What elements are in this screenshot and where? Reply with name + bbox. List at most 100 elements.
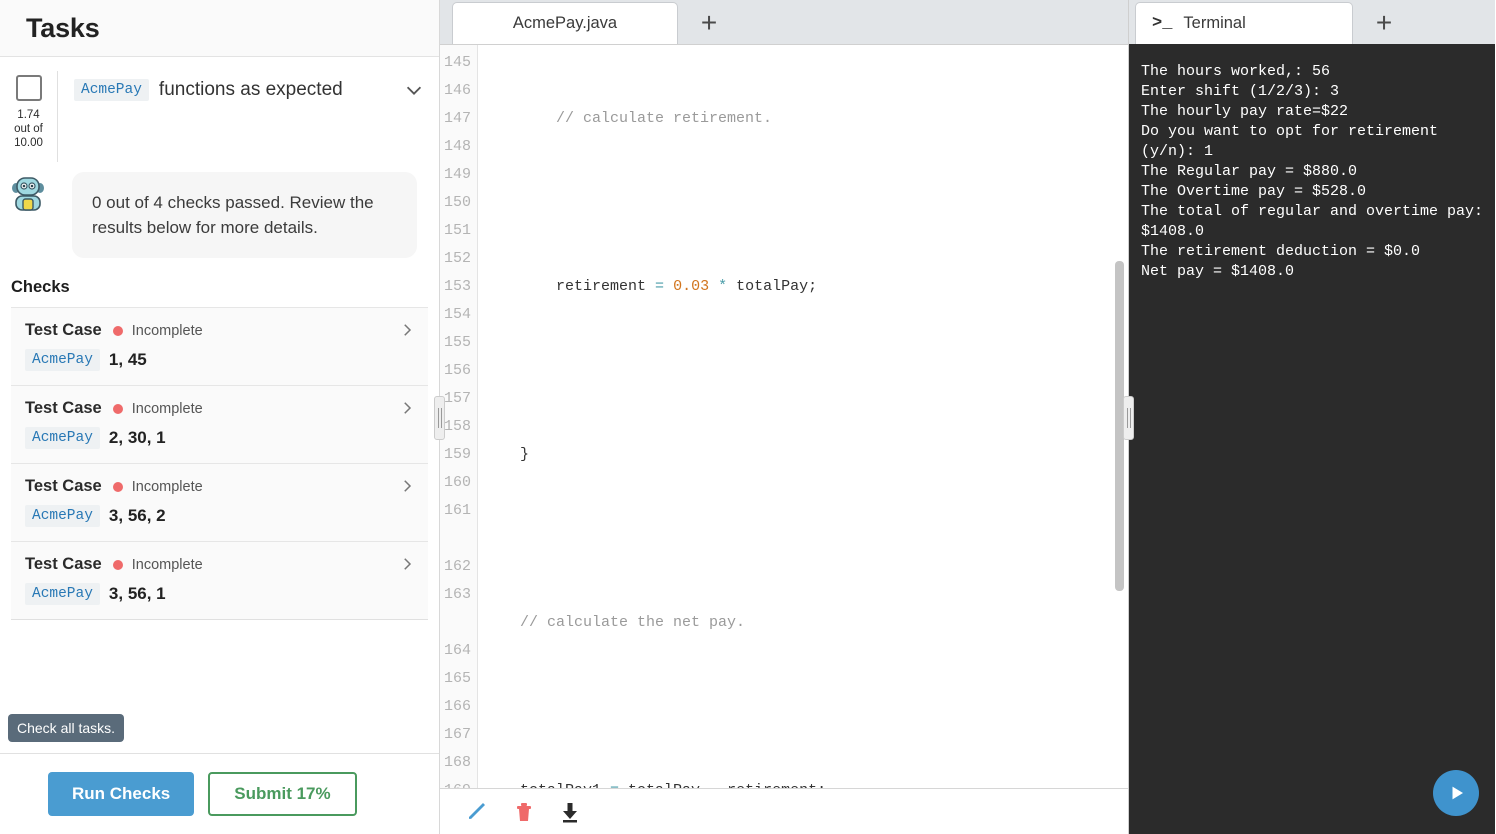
- line-number: 152: [443, 250, 471, 267]
- editor-terminal-splitter[interactable]: [1123, 396, 1134, 440]
- line-number: 167: [443, 726, 471, 743]
- check-file-chip: AcmePay: [25, 427, 100, 449]
- check-name: Test Case: [25, 477, 102, 495]
- line-number: 164: [443, 642, 471, 659]
- line-number: 159: [443, 446, 471, 463]
- chevron-down-icon[interactable]: [403, 79, 425, 101]
- line-number: 166: [443, 698, 471, 715]
- line-number: 162: [443, 558, 471, 575]
- line-number: 154: [443, 306, 471, 323]
- check-arguments: 2, 30, 1: [108, 428, 166, 447]
- code-area[interactable]: 145 146 147 148 149 150 151 152 153 154 …: [440, 44, 1128, 788]
- trash-icon[interactable]: [512, 800, 536, 824]
- tasks-sidebar: Tasks 1.74 out of 10.00 AcmePay function…: [0, 0, 440, 834]
- terminal-output[interactable]: The hours worked,: 56 Enter shift (1/2/3…: [1129, 44, 1495, 834]
- line-number: 156: [443, 362, 471, 379]
- line-number: 161: [443, 502, 471, 519]
- checks-list: Test Case Incomplete AcmePay 1, 45 Test …: [11, 307, 428, 620]
- app-root: Tasks 1.74 out of 10.00 AcmePay function…: [0, 0, 1496, 834]
- status-dot-icon: [112, 325, 123, 336]
- editor-tabbar: AcmePay.java +: [440, 0, 1128, 44]
- check-detail: AcmePay 3, 56, 2: [25, 505, 414, 527]
- assistant-message: 0 out of 4 checks passed. Review the res…: [72, 172, 417, 258]
- line-number: 148: [443, 138, 471, 155]
- task-file-chip: AcmePay: [74, 79, 149, 101]
- check-item[interactable]: Test Case Incomplete AcmePay 3, 56, 1: [11, 542, 428, 620]
- code-content[interactable]: // calculate retirement. retirement = 0.…: [478, 45, 1128, 788]
- task-score-column: 1.74 out of 10.00: [0, 71, 58, 162]
- terminal-prompt-icon: >_: [1152, 14, 1173, 33]
- submit-button[interactable]: Submit 17%: [208, 772, 357, 816]
- code-line: // calculate the net pay.: [484, 614, 746, 631]
- check-file-chip: AcmePay: [25, 349, 100, 371]
- task-title-row[interactable]: AcmePay functions as expected: [58, 71, 439, 101]
- code-editor-pane: AcmePay.java + 145 146 147 148 149 150 1…: [434, 0, 1134, 834]
- run-checks-button[interactable]: Run Checks: [48, 772, 195, 816]
- task-complete-checkbox[interactable]: [15, 75, 42, 101]
- line-number-wrap: ·: [440, 525, 471, 553]
- check-header: Test Case Incomplete: [25, 555, 414, 574]
- check-status: Incomplete: [131, 478, 203, 495]
- check-status: Incomplete: [131, 322, 203, 339]
- check-detail: AcmePay 3, 56, 1: [25, 583, 414, 605]
- line-number: 151: [443, 222, 471, 239]
- check-item[interactable]: Test Case Incomplete AcmePay 1, 45: [11, 308, 428, 386]
- chevron-right-icon[interactable]: [398, 555, 416, 573]
- chevron-right-icon[interactable]: [398, 399, 416, 417]
- line-number: 155: [443, 334, 471, 351]
- download-icon[interactable]: [558, 800, 582, 824]
- line-number: 153: [443, 278, 471, 295]
- check-status: Incomplete: [131, 400, 203, 417]
- check-file-chip: AcmePay: [25, 505, 100, 527]
- check-arguments: 3, 56, 1: [108, 584, 166, 603]
- new-file-tab-button[interactable]: +: [678, 2, 740, 44]
- code-line: // calculate retirement.: [484, 110, 773, 127]
- editor-toolbar: [440, 788, 1128, 834]
- check-detail: AcmePay 2, 30, 1: [25, 427, 414, 449]
- check-header: Test Case Incomplete: [25, 477, 414, 496]
- terminal-tabbar: >_ Terminal +: [1129, 0, 1495, 44]
- new-terminal-tab-button[interactable]: +: [1353, 2, 1415, 44]
- assistant-message-row: 0 out of 4 checks passed. Review the res…: [0, 162, 439, 258]
- sidebar-editor-splitter[interactable]: [434, 396, 445, 440]
- pencil-icon[interactable]: [466, 800, 490, 824]
- line-number: 168: [443, 754, 471, 771]
- score-outof-label: out of: [14, 123, 43, 135]
- check-header: Test Case Incomplete: [25, 321, 414, 340]
- line-number: 149: [443, 166, 471, 183]
- check-item[interactable]: Test Case Incomplete AcmePay 3, 56, 2: [11, 464, 428, 542]
- line-number: 147: [443, 110, 471, 127]
- chevron-right-icon[interactable]: [398, 477, 416, 495]
- line-number-wrap: ·: [440, 609, 471, 637]
- check-name: Test Case: [25, 555, 102, 573]
- play-icon: [1452, 786, 1463, 800]
- line-number: 163: [443, 586, 471, 603]
- score-value: 1.74: [17, 109, 40, 121]
- line-number: 150: [443, 194, 471, 211]
- code-line: retirement = 0.03 * totalPay;: [484, 278, 818, 295]
- code-scroll: 145 146 147 148 149 150 151 152 153 154 …: [440, 45, 1128, 788]
- chevron-right-icon[interactable]: [398, 321, 416, 339]
- status-dot-icon: [112, 559, 123, 570]
- checks-heading: Checks: [11, 278, 70, 296]
- tab-acmepay-java[interactable]: AcmePay.java: [452, 2, 678, 44]
- tab-terminal[interactable]: >_ Terminal: [1135, 2, 1353, 44]
- run-program-button[interactable]: [1433, 770, 1479, 816]
- line-number: 169: [440, 777, 471, 788]
- task-title: functions as expected: [158, 79, 343, 100]
- check-all-tasks-tooltip: Check all tasks.: [8, 714, 125, 742]
- check-name: Test Case: [25, 321, 102, 339]
- check-detail: AcmePay 1, 45: [25, 349, 414, 371]
- check-name: Test Case: [25, 399, 102, 417]
- check-item[interactable]: Test Case Incomplete AcmePay 2, 30, 1: [11, 386, 428, 464]
- check-arguments: 1, 45: [108, 350, 147, 369]
- task-score: 1.74 out of 10.00: [14, 108, 43, 150]
- check-status: Incomplete: [131, 556, 203, 573]
- line-number-gutter: 145 146 147 148 149 150 151 152 153 154 …: [440, 45, 478, 788]
- robot-avatar-icon: [8, 174, 48, 214]
- sidebar-header: Tasks: [0, 0, 439, 57]
- page-title: Tasks: [26, 12, 100, 43]
